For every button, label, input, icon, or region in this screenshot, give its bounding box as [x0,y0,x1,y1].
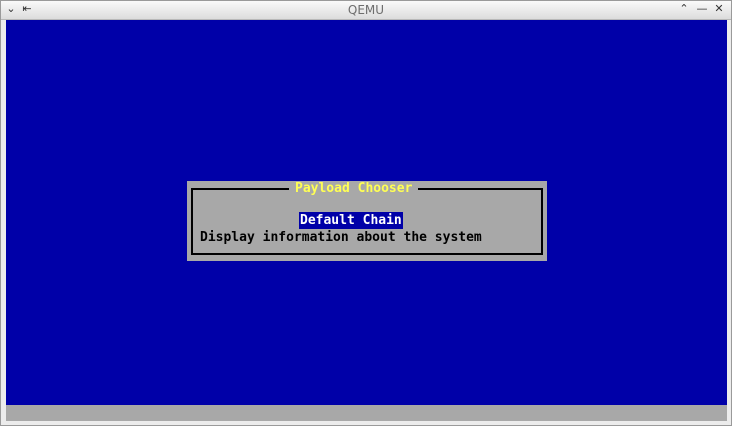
menu-item-default-chain[interactable]: Default Chain [299,212,403,229]
qemu-window: ⌄ ⇤ QEMU ⌃ — ✕ Payload Chooser Default C… [0,0,732,426]
window-title: QEMU [347,3,385,17]
menu-item-display-info[interactable]: Display information about the system [200,229,482,246]
dialog-title: Payload Chooser [289,181,419,197]
minimize-icon[interactable]: — [695,2,709,16]
payload-chooser-dialog: Payload Chooser Default Chain Display in… [187,181,547,261]
title-bar[interactable]: ⌄ ⇤ QEMU ⌃ — ✕ [1,1,731,20]
close-icon[interactable]: ✕ [712,2,726,16]
status-bar [6,405,727,421]
vm-display[interactable]: Payload Chooser Default Chain Display in… [6,20,727,405]
chevron-up-icon[interactable]: ⌃ [677,2,691,16]
